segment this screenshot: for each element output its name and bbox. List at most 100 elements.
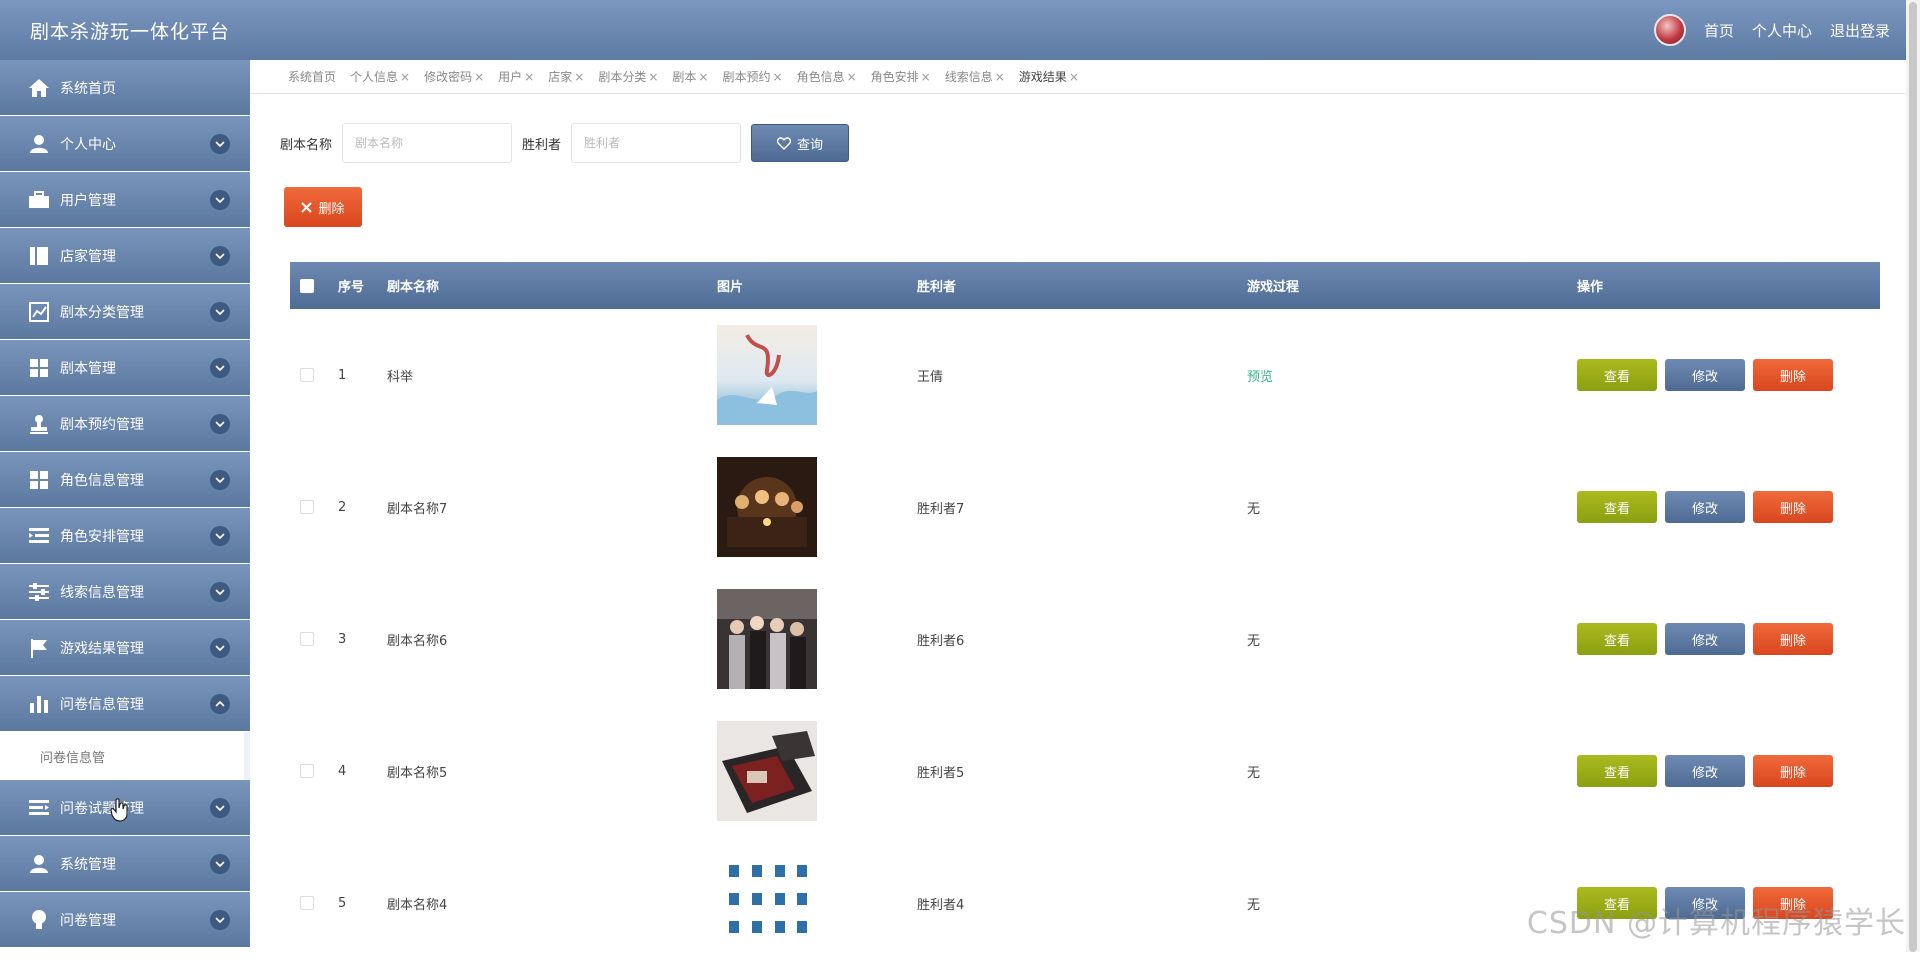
tab-role-arrange[interactable]: 角色安排× [871,68,931,85]
close-icon[interactable]: × [474,70,484,84]
sidebar-item-game-result-mgmt[interactable]: 游戏结果管理 [0,620,250,675]
person-icon [26,133,52,155]
header-actions: 首页 个人中心 退出登录 [1654,14,1890,46]
table-row: 2 剧本名称7 胜利者7 无 查看 修改 删除 [290,441,1880,573]
select-all-checkbox[interactable] [300,279,314,293]
sidebar-item-label: 剧本预约管理 [60,414,144,434]
sidebar-item-user-mgmt[interactable]: 用户管理 [0,172,250,227]
tab-user[interactable]: 用户× [498,68,534,85]
script-name-label: 剧本名称 [280,134,332,153]
list-icon [26,797,52,819]
sidebar-item-script-booking-mgmt[interactable]: 剧本预约管理 [0,396,250,451]
tab-script[interactable]: 剧本× [672,68,708,85]
tab-personal-info[interactable]: 个人信息× [350,68,410,85]
edit-button[interactable]: 修改 [1665,491,1745,523]
submenu-survey-info[interactable]: 问卷信息管 [0,732,250,780]
close-icon[interactable]: × [921,70,931,84]
sidebar-item-role-arrange-mgmt[interactable]: 角色安排管理 [0,508,250,563]
sidebar-item-survey-mgmt[interactable]: 问卷管理 [0,892,250,947]
batch-delete-button[interactable]: 删除 [284,187,362,227]
tab-change-password[interactable]: 修改密码× [424,68,484,85]
view-button[interactable]: 查看 [1577,623,1657,655]
sidebar-item-label: 用户管理 [60,190,116,210]
page-scrollbar[interactable] [1906,0,1920,952]
col-winner: 胜利者 [917,276,1247,295]
scrollbar-thumb[interactable] [1909,2,1917,952]
query-button[interactable]: 查询 [751,124,849,162]
close-icon[interactable]: × [574,70,584,84]
tab-script-category[interactable]: 剧本分类× [598,68,658,85]
sidebar-item-system-mgmt[interactable]: 系统管理 [0,836,250,891]
profile-link[interactable]: 个人中心 [1752,20,1812,41]
chart-line-icon [26,301,52,323]
delete-button[interactable]: 删除 [1753,359,1833,391]
sidebar-item-script-category-mgmt[interactable]: 剧本分类管理 [0,284,250,339]
top-header: 剧本杀游玩一体化平台 首页 个人中心 退出登录 [0,0,1920,60]
tab-clue-info[interactable]: 线索信息× [945,68,1005,85]
sidebar-item-role-info-mgmt[interactable]: 角色信息管理 [0,452,250,507]
sliders-icon [26,581,52,603]
row-checkbox[interactable] [300,500,314,514]
row-checkbox[interactable] [300,368,314,382]
close-icon[interactable]: × [400,70,410,84]
home-icon [26,77,52,99]
sidebar-item-label: 问卷信息管理 [60,694,144,714]
script-image[interactable] [717,853,817,953]
sidebar-item-survey-info-mgmt[interactable]: 问卷信息管理 [0,676,250,731]
sidebar-item-store-mgmt[interactable]: 店家管理 [0,228,250,283]
tab-label: 游戏结果 [1019,70,1067,84]
sidebar-item-clue-info-mgmt[interactable]: 线索信息管理 [0,564,250,619]
tab-label: 用户 [498,70,522,84]
view-button[interactable]: 查看 [1577,755,1657,787]
script-image[interactable] [717,589,817,689]
watermark: CSDN @计算机程序猿学长 [1527,898,1906,942]
close-icon[interactable]: × [995,70,1005,84]
script-image[interactable] [717,457,817,557]
cell-winner: 胜利者6 [917,630,1247,649]
row-checkbox[interactable] [300,896,314,910]
view-button[interactable]: 查看 [1577,359,1657,391]
chevron-down-icon [210,638,230,658]
home-link[interactable]: 首页 [1704,20,1734,41]
edit-button[interactable]: 修改 [1665,623,1745,655]
view-button[interactable]: 查看 [1577,491,1657,523]
winner-label: 胜利者 [522,134,561,153]
close-icon[interactable]: × [773,70,783,84]
sidebar-item-home[interactable]: 系统首页 [0,60,250,115]
delete-button[interactable]: 删除 [1753,623,1833,655]
col-image: 图片 [717,276,917,295]
script-image[interactable] [717,325,817,425]
cell-script-name: 科举 [387,366,717,385]
tab-store[interactable]: 店家× [548,68,584,85]
logout-link[interactable]: 退出登录 [1830,20,1890,41]
cell-winner: 胜利者5 [917,762,1247,781]
row-checkbox[interactable] [300,632,314,646]
avatar[interactable] [1654,14,1686,46]
sidebar-item-script-mgmt[interactable]: 剧本管理 [0,340,250,395]
script-image[interactable] [717,721,817,821]
results-table: 序号 剧本名称 图片 胜利者 游戏过程 操作 1 科举 王倩 预览 查看 修改 … [290,262,1880,969]
close-icon[interactable]: × [1069,70,1079,84]
tab-label: 系统首页 [288,70,336,84]
sidebar-item-personal-center[interactable]: 个人中心 [0,116,250,171]
chevron-down-icon [210,582,230,602]
tab-script-booking[interactable]: 剧本预约× [722,68,782,85]
edit-button[interactable]: 修改 [1665,755,1745,787]
close-icon[interactable]: × [698,70,708,84]
edit-button[interactable]: 修改 [1665,359,1745,391]
winner-input[interactable] [571,123,741,163]
stamp-icon [26,413,52,435]
delete-button[interactable]: 删除 [1753,755,1833,787]
preview-link[interactable]: 预览 [1247,370,1273,385]
tab-game-result[interactable]: 游戏结果× [1019,68,1079,85]
cell-script-name: 剧本名称5 [387,762,717,781]
close-icon[interactable]: × [524,70,534,84]
close-icon[interactable]: × [847,70,857,84]
script-name-input[interactable] [342,123,512,163]
heart-icon [777,137,791,150]
row-checkbox[interactable] [300,764,314,778]
delete-button[interactable]: 删除 [1753,491,1833,523]
tab-home[interactable]: 系统首页 [288,68,336,85]
tab-role-info[interactable]: 角色信息× [797,68,857,85]
close-icon[interactable]: × [648,70,658,84]
